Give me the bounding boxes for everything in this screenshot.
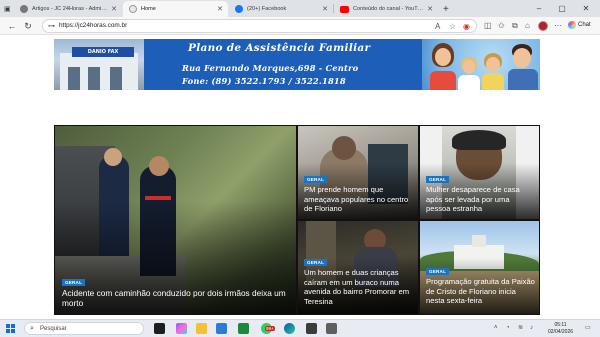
banner-address: Rua Fernando Marques,698 - Centro — [182, 63, 359, 73]
tab-facebook[interactable]: (20+) Facebook ✕ — [229, 1, 333, 17]
tab-admin[interactable]: Artigos - JC 24Horas - Administrador ✕ — [14, 1, 122, 17]
chevron-up-icon[interactable]: ˄ — [494, 323, 498, 334]
close-icon[interactable]: ✕ — [111, 5, 117, 13]
news-headline[interactable]: Programação gratuita da Paixão de Cristo… — [426, 277, 536, 306]
reload-icon[interactable]: ↻ — [22, 20, 34, 32]
read-aloud-icon[interactable]: A — [435, 21, 440, 33]
new-tab-button[interactable]: + — [440, 1, 454, 17]
family-photo — [422, 39, 540, 90]
windows-taskbar: ⌕ Pesquisar 99+ ˄ ◔ ≋ ♪ 05:11 02/04/2026… — [0, 319, 600, 337]
edge-icon[interactable] — [284, 323, 295, 334]
tab-actions-icon[interactable]: ▣ — [2, 1, 14, 17]
news-headline[interactable]: PM prende homem que ameaçava populares n… — [304, 185, 414, 214]
copilot-icon[interactable]: ⌂ — [525, 20, 530, 32]
browser-toolbar: ← ↻ ⊶ https://jc24horas.com.br A ☆ ◉ ◫ ✩… — [0, 17, 600, 35]
close-icon[interactable]: ✕ — [427, 5, 433, 13]
close-window-icon[interactable]: ✕ — [575, 0, 597, 17]
facebook-icon — [235, 5, 243, 13]
banner-text-block: Plano de Assistência Familiar Rua Fernan… — [150, 39, 420, 90]
news-card-buraco[interactable]: GERAL Um homem e duas crianças caíram em… — [298, 221, 418, 314]
network-icon[interactable]: ◔ — [506, 323, 510, 334]
collections-icon[interactable]: ⧉ — [512, 20, 518, 32]
back-icon[interactable]: ← — [6, 20, 18, 32]
task-view-icon[interactable] — [154, 323, 165, 334]
browser-tab-strip: Artigos - JC 24Horas - Administrador ✕ H… — [0, 0, 600, 17]
maximize-icon[interactable]: ▢ — [551, 0, 573, 17]
category-badge[interactable]: GERAL — [426, 268, 450, 275]
category-badge[interactable]: GERAL — [304, 259, 328, 266]
category-badge[interactable]: GERAL — [304, 176, 328, 183]
start-button[interactable] — [6, 324, 15, 333]
copilot-app-icon[interactable] — [176, 323, 187, 334]
profile-avatar[interactable] — [538, 21, 548, 31]
advertisement-banner[interactable]: DANIO FAX Plano de Assistência Familiar … — [54, 39, 540, 90]
news-card-paixao[interactable]: GERAL Programação gratuita da Paixão de … — [420, 221, 539, 314]
favorite-star-icon[interactable]: ☆ — [449, 21, 456, 33]
tab-home[interactable]: Home ✕ — [123, 1, 228, 17]
wifi-icon[interactable]: ≋ — [518, 323, 523, 334]
chat-button[interactable]: Chat — [568, 21, 591, 29]
store-photo: DANIO FAX — [54, 39, 144, 90]
favorites-icon[interactable]: ✩ — [498, 20, 505, 32]
featured-news-grid: GERAL Acidente com caminhão conduzido po… — [54, 125, 540, 315]
taskbar-clock[interactable]: 05:11 02/04/2026 — [548, 322, 573, 335]
notification-badge: 99+ — [265, 326, 275, 331]
url-text[interactable]: https://jc24horas.com.br — [59, 22, 127, 29]
close-icon[interactable]: ✕ — [322, 5, 328, 13]
news-card-pm[interactable]: GERAL PM prende homem que ameaçava popul… — [298, 126, 418, 219]
youtube-icon — [340, 5, 349, 13]
photos-icon[interactable] — [216, 323, 227, 334]
app-icon[interactable] — [326, 323, 337, 334]
extension-icon[interactable]: ◉ — [463, 21, 470, 33]
wordpress-icon — [20, 5, 28, 13]
split-screen-icon[interactable]: ◫ — [484, 20, 492, 32]
search-icon: ⌕ — [30, 325, 34, 332]
address-bar[interactable]: ⊶ https://jc24horas.com.br A ☆ ◉ — [42, 19, 477, 33]
category-badge[interactable]: GERAL — [426, 176, 450, 183]
news-card-mulher[interactable]: GERAL Mulher desaparece de casa após ser… — [420, 126, 539, 219]
more-menu-icon[interactable]: ⋯ — [554, 20, 562, 32]
category-badge[interactable]: GERAL — [62, 279, 86, 286]
minimize-icon[interactable]: – — [528, 0, 550, 17]
site-icon — [129, 5, 137, 13]
news-headline[interactable]: Mulher desaparece de casa após ser levad… — [426, 185, 536, 214]
news-headline[interactable]: Acidente com caminhão conduzido por dois… — [62, 288, 290, 308]
volume-icon[interactable]: ♪ — [530, 323, 533, 334]
app-icon[interactable] — [306, 323, 317, 334]
search-placeholder: Pesquisar — [40, 326, 67, 332]
banner-title: Plano de Assistência Familiar — [188, 42, 371, 54]
banner-phone: Fone: (89) 3522.1793 / 3522.1818 — [182, 76, 346, 86]
file-explorer-icon[interactable] — [196, 323, 207, 334]
taskbar-search[interactable]: ⌕ Pesquisar — [24, 322, 144, 335]
tab-youtube-studio[interactable]: Conteúdo do canal - YouTube Studio ✕ — [334, 1, 438, 17]
news-headline[interactable]: Um homem e duas crianças caíram em um bu… — [304, 268, 416, 306]
copilot-chat-icon — [568, 21, 576, 29]
store-sign: DANIO FAX — [72, 47, 134, 57]
site-info-icon[interactable]: ⊶ — [48, 21, 55, 33]
notifications-icon[interactable]: ▭ — [585, 323, 591, 334]
news-card-main[interactable]: GERAL Acidente com caminhão conduzido po… — [55, 126, 296, 314]
excel-icon[interactable] — [238, 323, 249, 334]
close-icon[interactable]: ✕ — [217, 5, 223, 13]
